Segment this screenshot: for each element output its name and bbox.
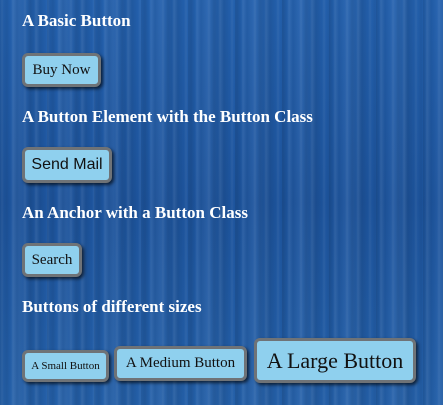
small-button[interactable]: A Small Button — [22, 350, 109, 382]
heading-button-sizes: Buttons of different sizes — [22, 297, 202, 316]
buy-now-button[interactable]: Buy Now — [22, 53, 101, 87]
heading-button-element: A Button Element with the Button Class — [22, 107, 313, 126]
medium-button[interactable]: A Medium Button — [114, 346, 247, 381]
search-link-button[interactable]: Search — [22, 243, 82, 277]
large-button[interactable]: A Large Button — [254, 338, 416, 383]
send-mail-button[interactable]: Send Mail — [22, 147, 112, 183]
heading-anchor-button: An Anchor with a Button Class — [22, 203, 248, 222]
heading-basic-button: A Basic Button — [22, 11, 131, 30]
